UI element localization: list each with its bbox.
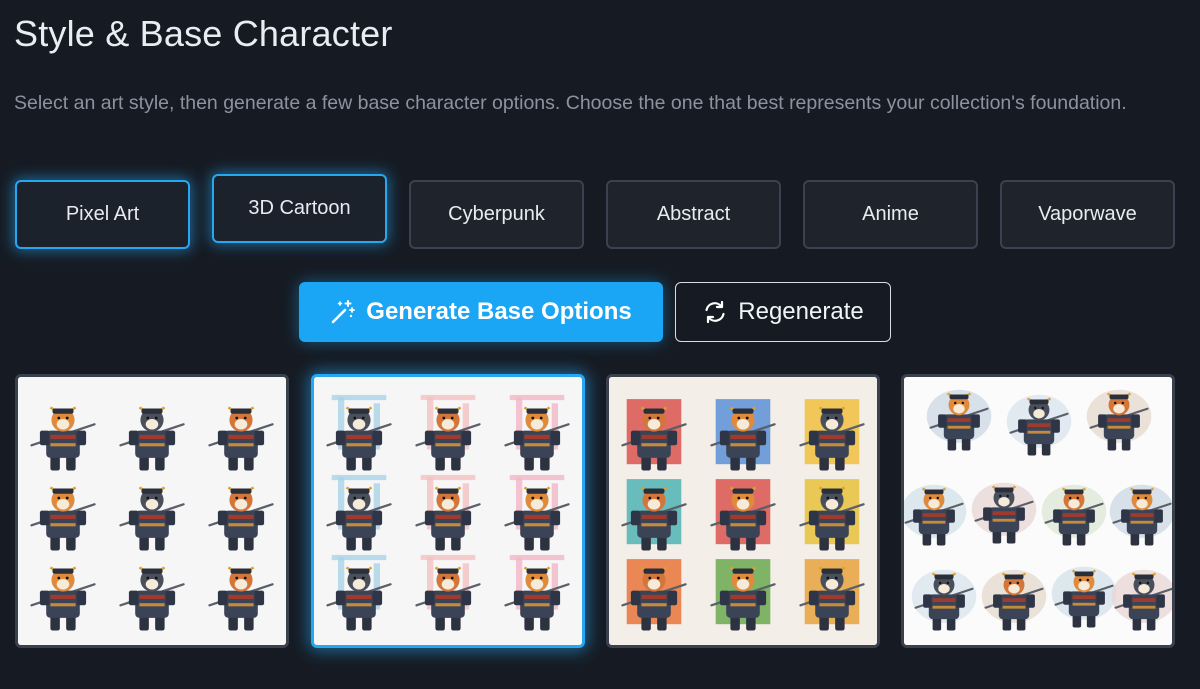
- base-option-card-4[interactable]: [901, 374, 1175, 648]
- style-anime-button[interactable]: Anime: [803, 180, 978, 249]
- style-label: Anime: [862, 203, 919, 225]
- page-description: Select an art style, then generate a few…: [14, 92, 1127, 114]
- base-option-image: [609, 377, 877, 645]
- generate-base-options-button[interactable]: Generate Base Options: [299, 282, 663, 342]
- style-vaporwave-button[interactable]: Vaporwave: [1000, 180, 1175, 249]
- style-3d-cartoon-button[interactable]: 3D Cartoon: [212, 174, 387, 243]
- style-label: 3D Cartoon: [248, 197, 351, 219]
- style-label: Pixel Art: [65, 203, 140, 225]
- style-base-character-panel: Style & Base Character Select an art sty…: [0, 0, 1200, 689]
- style-abstract-button[interactable]: Abstract: [606, 180, 781, 249]
- magic-wand-icon: [330, 299, 356, 325]
- base-option-image: [314, 377, 582, 645]
- style-cyberpunk-button[interactable]: Cyberpunk: [409, 180, 584, 249]
- style-label: Cyberpunk: [448, 203, 545, 225]
- base-option-image: [904, 377, 1172, 645]
- regenerate-label: Regenerate: [738, 298, 864, 325]
- refresh-icon: [702, 299, 728, 325]
- base-option-card-3[interactable]: [606, 374, 880, 648]
- base-option-card-2[interactable]: [311, 374, 585, 648]
- style-label: Abstract: [656, 203, 731, 225]
- style-pixel-art-button[interactable]: Pixel Art: [15, 180, 190, 249]
- generate-label: Generate Base Options: [366, 298, 632, 325]
- page-title: Style & Base Character: [14, 13, 393, 54]
- base-option-image: [18, 377, 286, 645]
- base-option-card-1[interactable]: [15, 374, 289, 648]
- style-label: Vaporwave: [1038, 203, 1137, 225]
- regenerate-button[interactable]: Regenerate: [675, 282, 891, 342]
